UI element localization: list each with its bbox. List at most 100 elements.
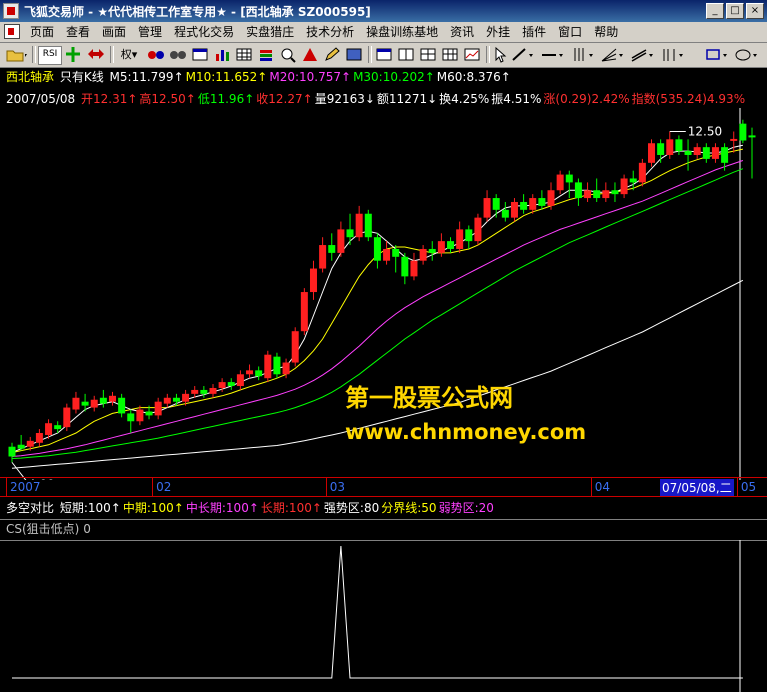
title-bar[interactable]: 飞狐交易师 - ★代代相传工作室专用★ - [西北轴承 SZ000595] _ … — [0, 0, 767, 22]
candle-body — [474, 217, 482, 242]
folder-open-icon[interactable] — [4, 46, 30, 63]
rect-tool-icon[interactable] — [704, 46, 730, 63]
candle-body — [136, 409, 144, 422]
pan-arrows-icon[interactable] — [86, 46, 106, 63]
indicator-line: 多空对比 短期:100↑ 中期:100↑ 中长期:100↑ 长期:100↑ 强势区:80… — [6, 499, 494, 517]
date-tick: 04 — [594, 480, 610, 494]
candle-body — [520, 201, 528, 210]
menu-item[interactable]: 操盘训练基地 — [360, 24, 444, 40]
candle-body — [236, 374, 244, 387]
cycle-tool-icon[interactable] — [660, 46, 686, 63]
candle-body — [657, 143, 665, 155]
candle-body — [501, 209, 509, 218]
menu-item[interactable]: 画面 — [96, 24, 132, 40]
menu-bar: 页面 查看 画面 管理 程式化交易 实盘猎庄 技术分析 操盘训练基地 资讯 外挂 插件 窗口 帮助 — [0, 22, 767, 43]
alarm-icon[interactable] — [300, 46, 320, 63]
menu-item[interactable]: 实盘猎庄 — [240, 24, 300, 40]
multi-window-icon[interactable] — [440, 46, 460, 63]
quad-window-icon[interactable] — [418, 46, 438, 63]
pencil-icon[interactable] — [322, 46, 342, 63]
candle-body — [392, 248, 400, 257]
bar-chart-icon[interactable] — [212, 46, 232, 63]
maximize-icon[interactable]: □ — [726, 3, 744, 19]
date-tick: 03 — [329, 480, 346, 494]
close-icon[interactable]: × — [746, 3, 764, 19]
candle-body — [17, 444, 25, 449]
indicator-name: 多空对比 — [6, 501, 55, 515]
menu-item[interactable]: 外挂 — [480, 24, 516, 40]
candle-body — [529, 198, 537, 210]
minimize-icon[interactable]: _ — [706, 3, 724, 19]
indicator-value: 短期:100↑ — [59, 501, 121, 515]
candle-body — [8, 446, 16, 457]
line-tool-icon[interactable] — [510, 46, 536, 63]
cs-chart[interactable] — [0, 540, 767, 692]
single-window-icon[interactable] — [374, 46, 394, 63]
candle-body — [319, 245, 327, 269]
menu-item[interactable]: 技术分析 — [300, 24, 360, 40]
candle-body — [63, 407, 71, 428]
rsi-button[interactable]: RSI — [38, 46, 62, 65]
menu-item[interactable]: 帮助 — [588, 24, 624, 40]
ellipse-tool-icon[interactable] — [734, 46, 760, 63]
candle-body — [227, 382, 235, 387]
ma-value: M30:10.202↑ — [353, 70, 435, 84]
cross-cursor-icon[interactable] — [64, 46, 82, 63]
quote-value: 高12.50↑ — [139, 92, 196, 106]
hline-tool-icon[interactable] — [540, 46, 566, 63]
quote-info-line: 2007/05/08 开12.31↑ 高12.50↑ 低11.96↑ 收12.27↑ 量… — [6, 90, 745, 108]
candle-body — [337, 229, 345, 253]
candle-body — [328, 245, 336, 253]
candle-body — [456, 229, 464, 249]
toolbar: RSI 权▾ — [0, 43, 767, 68]
menu-item[interactable]: 管理 — [132, 24, 168, 40]
zoom-icon[interactable] — [278, 46, 298, 63]
menu-item[interactable]: 窗口 — [552, 24, 588, 40]
document-icon[interactable] — [4, 24, 20, 39]
high-price-label: 12.50 — [688, 124, 722, 138]
ma-value: M20:10.757↑ — [269, 70, 352, 84]
candle-body — [35, 433, 43, 443]
candle-body — [648, 143, 656, 163]
menu-item[interactable]: 页面 — [24, 24, 60, 40]
candle-body — [538, 198, 546, 206]
window-title: 飞狐交易师 - ★代代相传工作室专用★ - [西北轴承 SZ000595] — [24, 5, 371, 19]
menu-item[interactable]: 查看 — [60, 24, 96, 40]
dual-window-icon[interactable] — [396, 46, 416, 63]
quote-value: 振4.51% — [491, 92, 542, 106]
indicator-b-icon[interactable] — [168, 46, 188, 63]
sector-icon[interactable] — [344, 46, 364, 63]
date-tick-mark — [736, 478, 738, 496]
indicator-a-icon[interactable] — [146, 46, 166, 63]
candle-body — [721, 147, 729, 163]
trend-window-icon[interactable] — [462, 46, 482, 63]
pointer-icon[interactable] — [492, 46, 508, 63]
quan-dropdown[interactable]: 权▾ — [116, 46, 142, 63]
candle-body — [108, 395, 116, 402]
candle-body — [383, 248, 391, 261]
indicator-value: 分界线:50 — [381, 501, 437, 515]
candle-body — [666, 139, 674, 155]
candle-body — [373, 237, 381, 261]
menu-item[interactable]: 资讯 — [444, 24, 480, 40]
candle-body — [447, 241, 455, 249]
quote-value: 量92163↓ — [314, 92, 375, 106]
vline-tool-icon[interactable] — [570, 46, 596, 63]
menu-item[interactable]: 程式化交易 — [168, 24, 240, 40]
stack-icon[interactable] — [256, 46, 276, 63]
quote-value: 换4.25% — [439, 92, 490, 106]
window-layout-icon[interactable] — [190, 46, 210, 63]
candle-body — [437, 241, 445, 253]
candle-body — [163, 397, 171, 404]
quote-value: 收12.27↑ — [256, 92, 313, 106]
indicator-value: 长期:100↑ — [260, 501, 322, 515]
grid-table-icon[interactable] — [234, 46, 254, 63]
cs-value: 0 — [83, 522, 91, 536]
channel-tool-icon[interactable] — [630, 46, 656, 63]
menu-item[interactable]: 插件 — [516, 24, 552, 40]
candle-body — [593, 190, 601, 199]
candle-body — [309, 268, 317, 293]
quote-value: 额11271↓ — [376, 92, 438, 106]
ma-value: M5:11.799↑ — [109, 70, 184, 84]
fan-tool-icon[interactable] — [600, 46, 626, 63]
